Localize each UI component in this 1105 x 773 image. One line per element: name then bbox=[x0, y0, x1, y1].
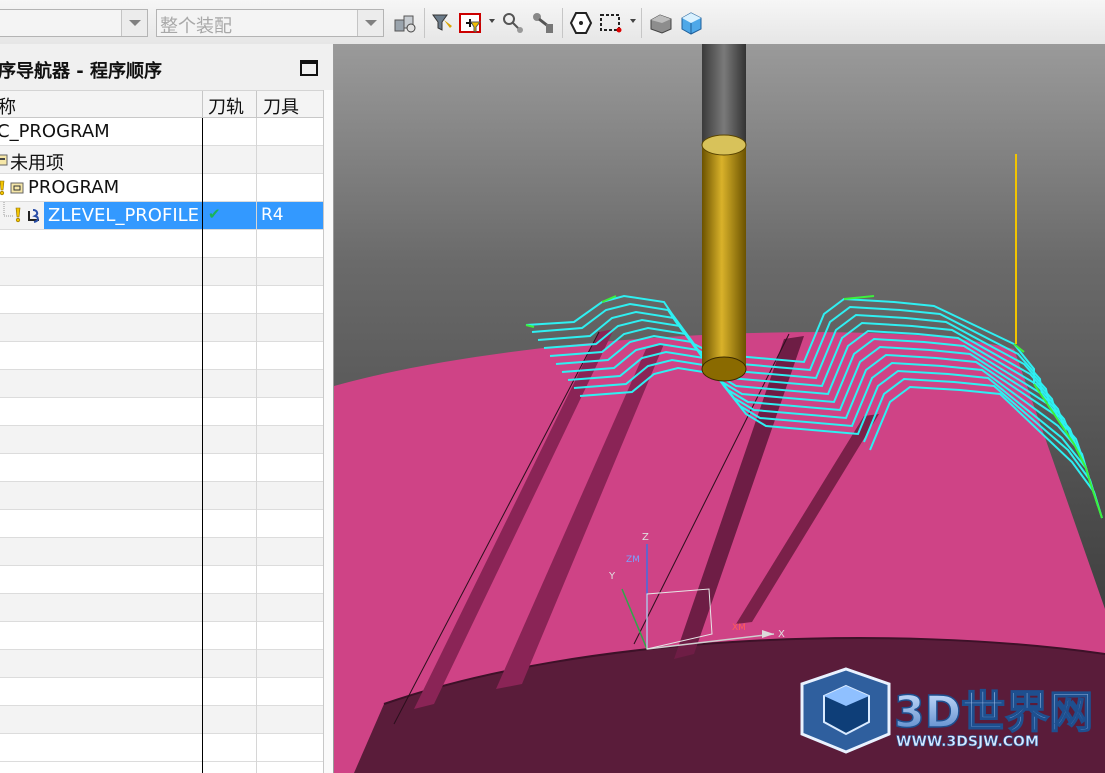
empty-row bbox=[0, 734, 323, 762]
scrollbar[interactable] bbox=[323, 90, 333, 773]
empty-row bbox=[0, 706, 323, 734]
rectangle-select-icon[interactable] bbox=[598, 10, 624, 36]
view-cube-icon[interactable] bbox=[678, 10, 704, 36]
operation-icon bbox=[28, 209, 39, 223]
select-filter-icon[interactable] bbox=[458, 10, 484, 36]
polygon-icon[interactable] bbox=[568, 10, 594, 36]
empty-row bbox=[0, 314, 323, 342]
row-tool: R4 bbox=[261, 205, 284, 225]
chevron-down-icon[interactable] bbox=[630, 19, 636, 23]
model-scene[interactable]: Z ZM Y XM X 3D世界网 WWW.3DSJW.COM bbox=[334, 44, 1105, 773]
empty-row bbox=[0, 538, 323, 566]
z-axis-label: Z bbox=[642, 532, 649, 543]
empty-row bbox=[0, 230, 323, 258]
snap-icon[interactable] bbox=[500, 10, 526, 36]
operation-navigator: 序导航器 - 程序顺序 称 刀轨 刀具 C_PROGRAM 未用项 bbox=[0, 44, 334, 773]
warning-icon bbox=[15, 207, 21, 223]
assembly-icon[interactable] bbox=[392, 10, 418, 36]
warning-icon bbox=[0, 180, 5, 196]
tree-row-program[interactable]: PROGRAM bbox=[0, 174, 323, 202]
column-divider bbox=[256, 91, 257, 119]
watermark-url: WWW.3DSJW.COM bbox=[896, 734, 1039, 750]
separator bbox=[424, 8, 425, 38]
row-name: 未用项 bbox=[10, 153, 64, 174]
empty-row bbox=[0, 650, 323, 678]
snap-point-icon[interactable] bbox=[530, 10, 556, 36]
column-divider bbox=[256, 118, 257, 773]
filter-icon[interactable] bbox=[430, 10, 456, 36]
column-toolpath[interactable]: 刀轨 bbox=[208, 93, 244, 119]
empty-row bbox=[0, 482, 323, 510]
assembly-scope-dropdown[interactable]: 整个装配 bbox=[156, 9, 384, 37]
tool-holder bbox=[702, 44, 746, 146]
column-tool[interactable]: 刀具 bbox=[263, 93, 299, 119]
y-axis-label: Y bbox=[608, 571, 616, 582]
graphics-viewport[interactable]: Z ZM Y XM X 3D世界网 WWW.3DSJW.COM bbox=[334, 44, 1105, 773]
program-folder-icon bbox=[10, 182, 24, 194]
cutting-tool bbox=[702, 144, 746, 372]
column-name[interactable]: 称 bbox=[0, 93, 16, 119]
chevron-down-icon[interactable] bbox=[121, 10, 147, 36]
navigator-header: 序导航器 - 程序顺序 bbox=[0, 44, 333, 90]
empty-row bbox=[0, 342, 323, 370]
separator bbox=[562, 8, 563, 38]
tree-row-unused[interactable]: 未用项 bbox=[0, 146, 323, 174]
chevron-down-icon[interactable] bbox=[489, 19, 495, 23]
watermark-brand: 3D世界网 bbox=[894, 687, 1093, 738]
column-header: 称 刀轨 刀具 bbox=[0, 90, 323, 119]
selection-scope-dropdown[interactable] bbox=[0, 9, 148, 37]
shaded-box-icon[interactable] bbox=[648, 10, 674, 36]
maximize-icon[interactable] bbox=[300, 60, 318, 76]
chevron-down-icon[interactable] bbox=[357, 10, 383, 36]
tool-tip bbox=[701, 356, 747, 382]
tree-row-zlevel-profile[interactable]: ZLEVEL_PROFILE ✔ R4 bbox=[0, 202, 323, 230]
separator bbox=[641, 8, 642, 38]
tree-row-root[interactable]: C_PROGRAM bbox=[0, 118, 323, 146]
empty-row bbox=[0, 622, 323, 650]
empty-row bbox=[0, 286, 323, 314]
empty-row bbox=[0, 454, 323, 482]
program-folder-icon bbox=[0, 154, 8, 166]
toolpath-ok-icon: ✔ bbox=[208, 205, 221, 223]
empty-row bbox=[0, 678, 323, 706]
empty-row bbox=[0, 510, 323, 538]
empty-row bbox=[0, 258, 323, 286]
empty-row bbox=[0, 370, 323, 398]
operation-tree: C_PROGRAM 未用项 PROGRAM ZLEVEL_PROFILE ✔ R… bbox=[0, 118, 323, 773]
navigator-title: 序导航器 - 程序顺序 bbox=[0, 61, 163, 82]
row-name: ZLEVEL_PROFILE bbox=[48, 205, 200, 226]
x-axis-label: X bbox=[778, 629, 785, 640]
empty-row bbox=[0, 566, 323, 594]
tool-top bbox=[701, 134, 747, 156]
row-name: PROGRAM bbox=[28, 177, 120, 198]
assembly-scope-value: 整个装配 bbox=[160, 16, 232, 37]
zm-axis-label: ZM bbox=[626, 555, 640, 565]
empty-row bbox=[0, 426, 323, 454]
xm-axis-label: XM bbox=[732, 623, 746, 633]
row-name: C_PROGRAM bbox=[0, 121, 110, 142]
column-divider bbox=[202, 118, 203, 773]
empty-row bbox=[0, 594, 323, 622]
empty-row bbox=[0, 398, 323, 426]
toolbar: 整个装配 bbox=[0, 0, 1105, 45]
column-divider bbox=[202, 91, 203, 119]
